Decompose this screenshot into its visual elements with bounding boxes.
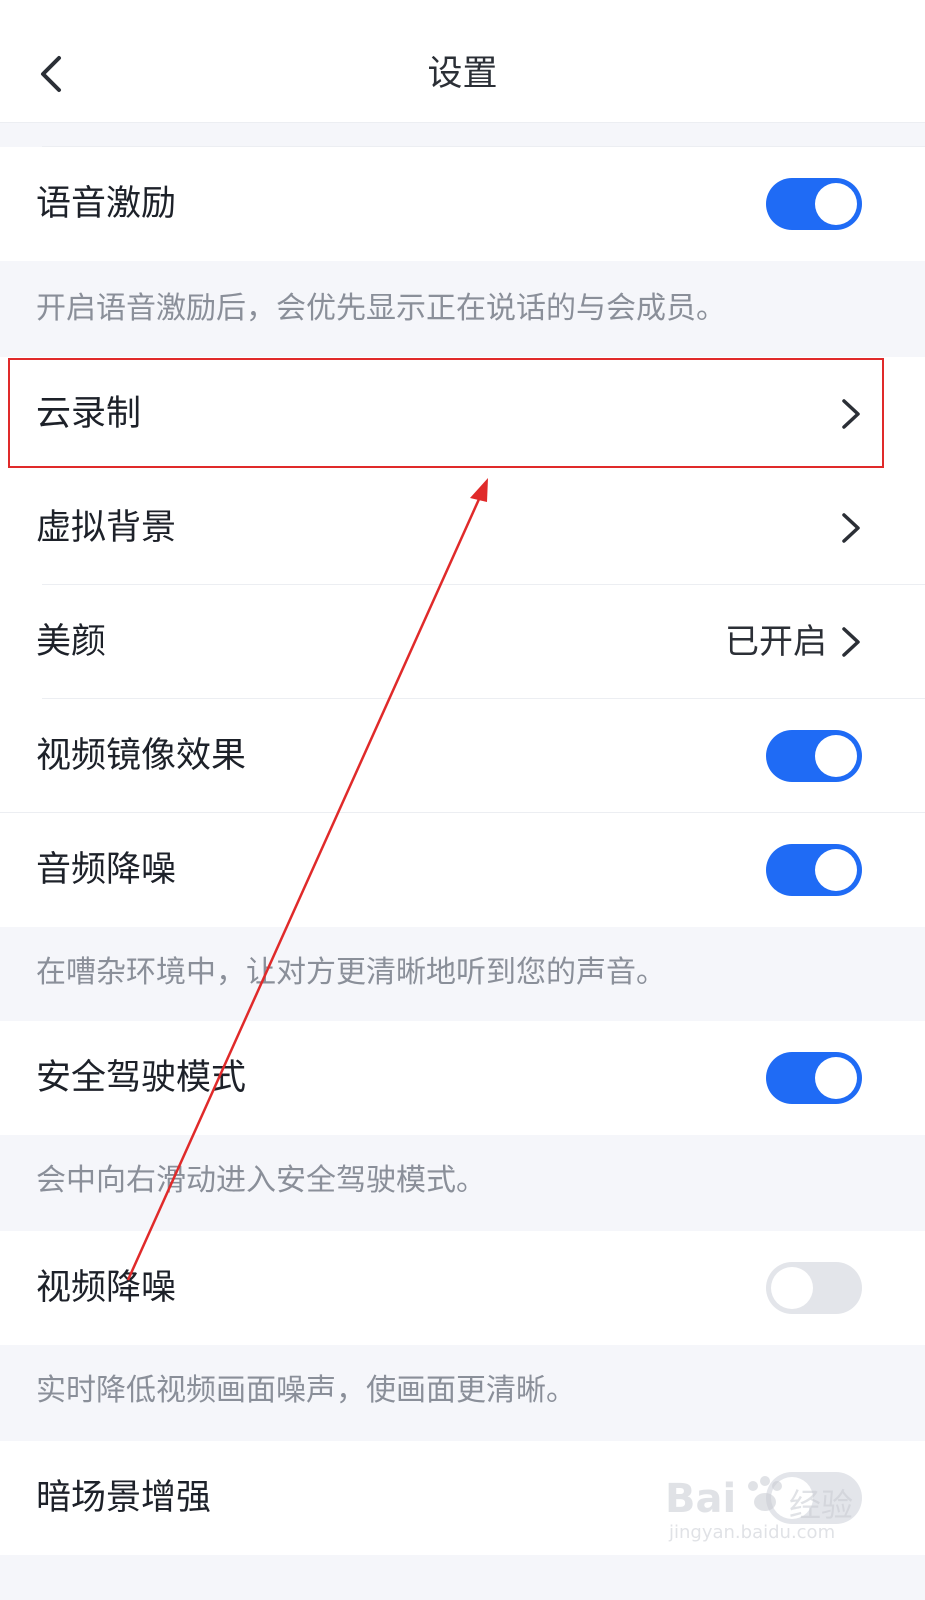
setting-row-virtual-background[interactable]: 虚拟背景 (0, 471, 925, 585)
setting-label: 视频镜像效果 (36, 736, 247, 776)
page-title: 设置 (427, 54, 498, 94)
audio-denoise-toggle[interactable] (766, 844, 862, 896)
toggle-knob (815, 849, 857, 891)
setting-row-voice-motivation: 语音激励 (0, 147, 925, 261)
toggle-knob (815, 183, 857, 225)
video-denoise-toggle[interactable] (766, 1262, 862, 1314)
chevron-right-icon (842, 627, 860, 657)
setting-label: 暗场景增强 (36, 1478, 212, 1518)
toggle-knob (771, 1267, 813, 1309)
setting-label: 音频降噪 (36, 850, 177, 890)
setting-label: 语音激励 (36, 184, 177, 224)
video-denoise-description: 实时降低视频画面噪声，使画面更清晰。 (36, 1373, 576, 1408)
setting-row-safe-driving: 安全驾驶模式 (0, 1021, 925, 1135)
watermark-suffix: 经验 (789, 1486, 854, 1524)
safe-driving-toggle[interactable] (766, 1052, 862, 1104)
nav-header: 设置 (0, 0, 925, 123)
setting-label: 安全驾驶模式 (36, 1058, 247, 1098)
video-denoise-description-block: 实时降低视频画面噪声，使画面更清晰。 (0, 1345, 925, 1441)
chevron-right-icon (842, 513, 860, 543)
toggle-knob (815, 1057, 857, 1099)
setting-row-video-mirror: 视频镜像效果 (0, 699, 925, 813)
audio-denoise-description-block: 在嘈杂环境中，让对方更清晰地听到您的声音。 (0, 927, 925, 1021)
baidu-watermark-logo: Bai 经验 jingyan.baidu.com (665, 1470, 865, 1550)
safe-driving-description-block: 会中向右滑动进入安全驾驶模式。 (0, 1135, 925, 1231)
voice-motivation-description-block: 开启语音激励后，会优先显示正在说话的与会成员。 (0, 261, 925, 357)
setting-label: 美颜 (36, 622, 107, 662)
setting-row-beauty[interactable]: 美颜 已开启 (0, 585, 925, 699)
settings-page: 设置 语音激励 开启语音激励后，会优先显示正在说话的与会成员。 云录制 虚拟背景… (0, 0, 925, 1600)
beauty-status-value: 已开启 (725, 622, 827, 662)
setting-row-video-denoise: 视频降噪 (0, 1231, 925, 1345)
paw-icon (748, 1476, 782, 1511)
voice-motivation-description: 开启语音激励后，会优先显示正在说话的与会成员。 (36, 291, 726, 326)
setting-label: 虚拟背景 (36, 508, 177, 548)
annotation-highlight-box (8, 358, 884, 468)
watermark-brand: Bai (665, 1476, 737, 1522)
watermark-url: jingyan.baidu.com (669, 1522, 836, 1543)
audio-denoise-description: 在嘈杂环境中，让对方更清晰地听到您的声音。 (36, 955, 666, 990)
setting-label: 视频降噪 (36, 1268, 177, 1308)
voice-motivation-toggle[interactable] (766, 178, 862, 230)
safe-driving-description: 会中向右滑动进入安全驾驶模式。 (36, 1163, 486, 1198)
toggle-knob (815, 735, 857, 777)
video-mirror-toggle[interactable] (766, 730, 862, 782)
setting-row-audio-denoise: 音频降噪 (0, 813, 925, 927)
